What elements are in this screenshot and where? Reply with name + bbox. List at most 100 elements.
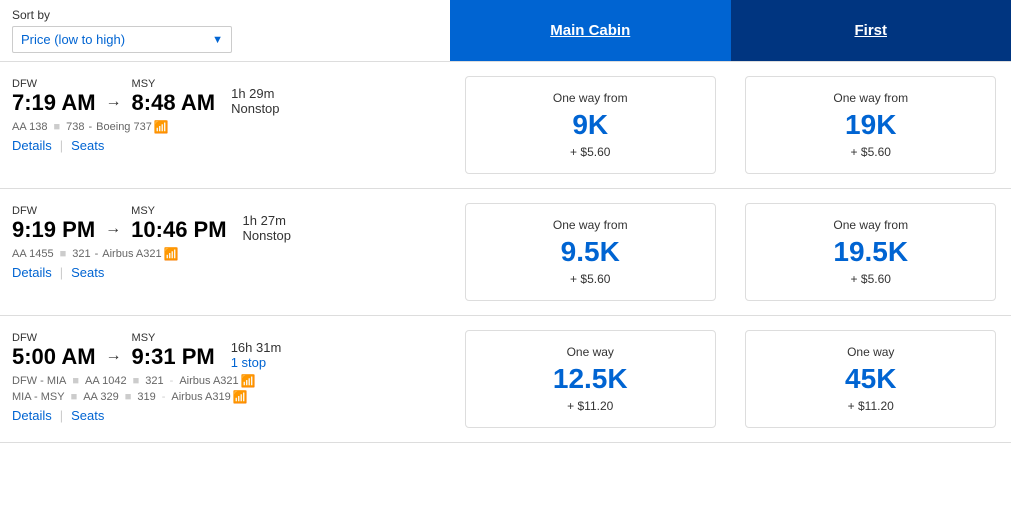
main-cabin-price-fee: + $11.20 (476, 399, 705, 413)
sep4: ■ (71, 391, 78, 403)
arrow-icon: → (106, 93, 122, 111)
main-cabin-price-card[interactable]: One way 12.5K + $11.20 (465, 330, 716, 428)
origin-code: DFW (12, 78, 96, 90)
main-cabin-label: Main Cabin (460, 0, 721, 61)
main-cabin-price-fee: + $5.60 (476, 145, 705, 159)
leg3-wifi-icon: 📶 (233, 390, 248, 404)
stops-text: Nonstop (231, 101, 279, 116)
first-cabin-price-label: One way from (756, 218, 985, 232)
details-link[interactable]: Details (12, 138, 52, 153)
flights-list: DFW 7:19 AM → MSY 8:48 AM 1h 29m Nonstop… (0, 62, 1011, 443)
arrive-time: 10:46 PM (131, 217, 226, 243)
detail-dash: - (89, 121, 93, 133)
seats-link[interactable]: Seats (71, 138, 104, 153)
flight-times-row: DFW 5:00 AM → MSY 9:31 PM 16h 31m 1 stop (12, 332, 438, 370)
main-cabin-price-fee: + $5.60 (476, 272, 705, 286)
first-cabin-price-fee: + $5.60 (756, 272, 985, 286)
depart-time: 7:19 AM (12, 90, 96, 116)
flight-info: DFW 9:19 PM → MSY 10:46 PM 1h 27m Nonsto… (0, 199, 450, 305)
main-cabin-price-label: One way (476, 345, 705, 359)
flight-times-row: DFW 7:19 AM → MSY 8:48 AM 1h 29m Nonstop (12, 78, 438, 116)
flight-info: DFW 7:19 AM → MSY 8:48 AM 1h 29m Nonstop… (0, 72, 450, 178)
first-cabin-price-section: One way from 19.5K + $5.60 (731, 199, 1011, 305)
flight-number: AA 1455 (12, 248, 54, 260)
first-cabin-price-card[interactable]: One way from 19.5K + $5.60 (745, 203, 996, 301)
flight-links-row: Details | Seats (12, 138, 438, 153)
equipment-sep: 738 (66, 121, 84, 133)
details-link[interactable]: Details (12, 265, 52, 280)
duration-block: 1h 27m Nonstop (243, 213, 291, 243)
first-cabin-price-card[interactable]: One way 45K + $11.20 (745, 330, 996, 428)
sep5: ■ (125, 391, 132, 403)
first-cabin-price-label: One way from (756, 91, 985, 105)
sort-section: Sort by Price (low to high) ▼ (0, 0, 450, 61)
duration-text: 16h 31m (231, 340, 282, 355)
origin-code: DFW (12, 205, 95, 217)
first-cabin-price-card[interactable]: One way from 19K + $5.60 (745, 76, 996, 174)
flight-times-row: DFW 9:19 PM → MSY 10:46 PM 1h 27m Nonsto… (12, 205, 438, 243)
main-cabin-price-card[interactable]: One way from 9K + $5.60 (465, 76, 716, 174)
flight-details-row: AA 1455 ■ 321 - Airbus A321 📶 (12, 247, 438, 261)
sort-select[interactable]: Price (low to high) ▼ (12, 26, 232, 53)
sep2: ■ (133, 375, 140, 387)
equipment-sep: 321 (72, 248, 90, 260)
arrow-icon: → (106, 347, 122, 365)
origin-block: DFW 7:19 AM (12, 78, 96, 116)
first-cabin-price-label: One way (756, 345, 985, 359)
first-cabin-price-section: One way from 19K + $5.60 (731, 72, 1011, 178)
first-cabin-header[interactable]: First (731, 0, 1011, 61)
first-cabin-price-amount: 19K (756, 109, 985, 141)
main-cabin-price-section: One way from 9K + $5.60 (450, 72, 731, 178)
dest-code: MSY (131, 205, 226, 217)
duration-block: 16h 31m 1 stop (231, 340, 282, 370)
detail-dash: - (95, 248, 99, 260)
main-cabin-header[interactable]: Main Cabin (450, 0, 731, 61)
main-cabin-price-card[interactable]: One way from 9.5K + $5.60 (465, 203, 716, 301)
first-cabin-price-amount: 19.5K (756, 236, 985, 268)
dest-block: MSY 9:31 PM (132, 332, 215, 370)
links-separator: | (60, 408, 63, 423)
seats-link[interactable]: Seats (71, 408, 104, 423)
depart-time: 5:00 AM (12, 344, 96, 370)
flight-details-row: AA 138 ■ 738 - Boeing 737 📶 (12, 120, 438, 134)
detail-sep1: ■ (53, 121, 60, 133)
main-cabin-price-amount: 12.5K (476, 363, 705, 395)
flight-links-row: Details | Seats (12, 265, 438, 280)
leg2-equipment: Airbus A321 (179, 375, 238, 387)
sep6: - (162, 391, 166, 403)
origin-block: DFW 9:19 PM (12, 205, 95, 243)
flight-info: DFW 5:00 AM → MSY 9:31 PM 16h 31m 1 stop… (0, 326, 450, 432)
dropdown-arrow-icon: ▼ (212, 34, 223, 46)
wifi-icon: 📶 (154, 120, 169, 134)
sort-selected-value: Price (low to high) (21, 32, 125, 47)
header-row: Sort by Price (low to high) ▼ Main Cabin… (0, 0, 1011, 62)
dest-code: MSY (132, 78, 216, 90)
seats-link[interactable]: Seats (71, 265, 104, 280)
flight-row: DFW 5:00 AM → MSY 9:31 PM 16h 31m 1 stop… (0, 316, 1011, 443)
origin-block: DFW 5:00 AM (12, 332, 96, 370)
flight-leg2-details: DFW - MIA ■ AA 1042 ■ 321 - Airbus A321 … (12, 374, 438, 388)
leg3-flight: AA 329 (83, 391, 118, 403)
links-separator: | (60, 265, 63, 280)
leg2-equip-sep: 321 (145, 375, 163, 387)
equipment-name: Boeing 737 (96, 121, 152, 133)
sort-label: Sort by (12, 8, 438, 22)
main-cabin-price-amount: 9.5K (476, 236, 705, 268)
duration-text: 1h 29m (231, 86, 279, 101)
leg3-equip-sep: 319 (137, 391, 155, 403)
first-cabin-price-fee: + $5.60 (756, 145, 985, 159)
equipment-name: Airbus A321 (102, 248, 161, 260)
leg3-route: MIA - MSY (12, 391, 65, 403)
main-cabin-price-label: One way from (476, 218, 705, 232)
main-cabin-price-section: One way from 9.5K + $5.60 (450, 199, 731, 305)
stops-text: Nonstop (243, 228, 291, 243)
links-separator: | (60, 138, 63, 153)
details-link[interactable]: Details (12, 408, 52, 423)
origin-code: DFW (12, 332, 96, 344)
leg2-route: DFW - MIA (12, 375, 66, 387)
detail-sep1: ■ (60, 248, 67, 260)
main-cabin-price-amount: 9K (476, 109, 705, 141)
dest-block: MSY 10:46 PM (131, 205, 226, 243)
duration-block: 1h 29m Nonstop (231, 86, 279, 116)
first-cabin-price-amount: 45K (756, 363, 985, 395)
